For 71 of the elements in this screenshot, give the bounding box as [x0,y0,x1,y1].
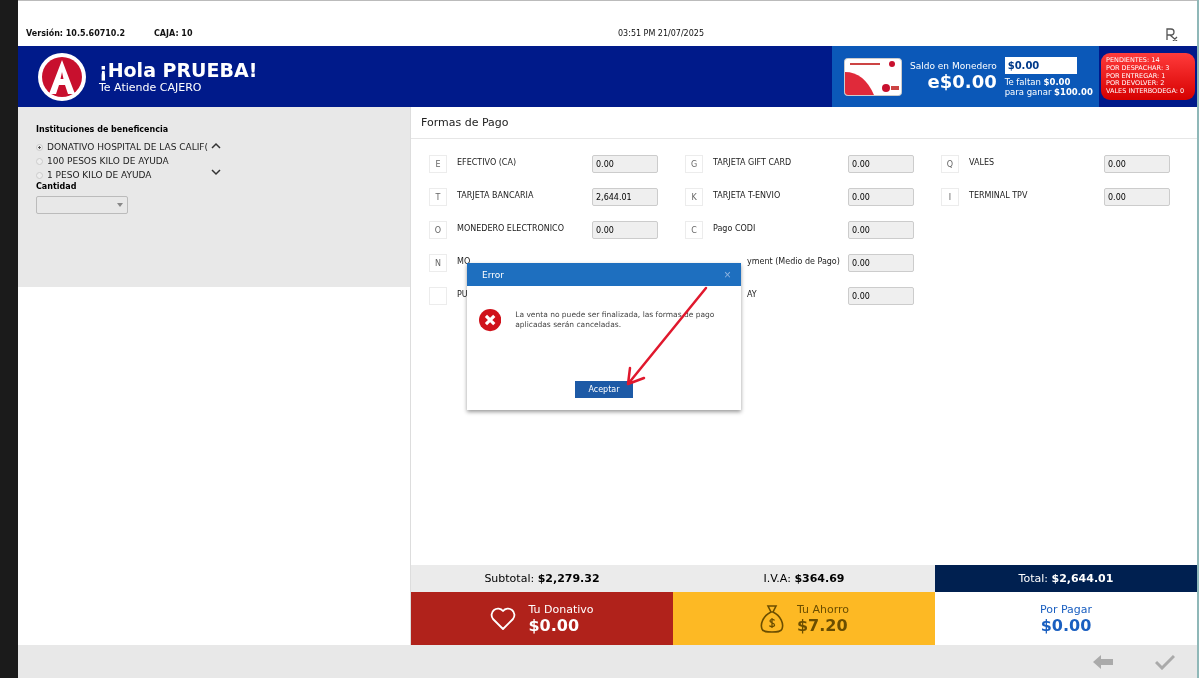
summary-label: Tu Ahorro [796,602,850,616]
subtotal-text: Subtotal: $2,279.32 [411,565,673,592]
shortcut-key[interactable]: Q [941,155,959,173]
datetime-label: 03:51 PM 21/07/2025 [618,29,704,38]
shortcut-key[interactable]: E [429,155,447,173]
payment-label: VALES [969,157,996,167]
total-text: Total: $2,644.01 [935,565,1197,592]
payment-label: AY [746,289,758,299]
payment-label: EFECTIVO (CA) [457,157,517,167]
charity-title: Instituciones de beneficencia [36,125,170,134]
shortcut-key[interactable]: O [429,221,447,239]
charity-option[interactable]: DONATIVO HOSPITAL DE LAS CALIF( [36,140,211,154]
charity-option[interactable]: 1 PESO KILO DE AYUDA [36,168,211,182]
radio-button[interactable] [36,157,43,165]
payment-amount-field[interactable]: 0.00 [848,287,914,305]
wallet-card-drawing [844,57,902,96]
summary-label: Por Pagar [1039,602,1093,616]
payment-amount-field[interactable]: 0.00 [1104,188,1170,206]
radio-button[interactable] [36,143,43,151]
greeting-title: ¡Hola PRUEBA! [99,59,258,81]
section-title: Formas de Pago [411,107,1197,139]
missing-amount-text: Te faltan $0.00 [1004,76,1072,87]
wallet-balance-label: Saldo en Monedero [910,61,997,71]
checkmark-icon[interactable] [1155,653,1175,670]
version-label: Versión: 10.5.60710.2 [26,29,127,38]
summary-amount: $0.00 [528,615,581,635]
payment-label: TERMINAL TPV [969,190,1029,200]
shortcut-key[interactable]: G [685,155,703,173]
shortcut-key[interactable]: I [941,188,959,206]
payment-amount-field[interactable]: 0.00 [848,188,914,206]
wallet-amount-field[interactable]: $0.00 [1004,56,1077,74]
shortcut-key[interactable]: C [685,221,703,239]
payment-amount-field[interactable]: 0.00 [848,155,914,173]
logo-icon [37,51,87,102]
quantity-label: Cantidad [36,182,78,191]
cashier-label: Te Atiende CAJERO [99,81,203,94]
payment-label: PU [457,289,469,299]
payment-label: yment (Medio de Pago) [746,256,841,266]
dialog-title: Error [482,269,504,280]
heart-icon [490,606,517,631]
scroll-down-icon[interactable] [211,168,221,176]
back-arrow-icon[interactable] [1093,653,1113,670]
payment-amount-field[interactable]: 0.00 [1104,155,1170,173]
shortcut-key[interactable]: K [685,188,703,206]
radio-button[interactable] [36,171,43,179]
shortcut-key[interactable]: T [429,188,447,206]
quantity-dropdown[interactable] [36,196,128,214]
summary-label: Tu Donativo [528,602,594,616]
payment-label: TARJETA GIFT CARD [713,157,793,167]
payment-label: MONEDERO ELECTRONICO [457,223,565,233]
prescription-icon[interactable] [1165,27,1179,41]
payment-amount-field[interactable]: 0.00 [848,221,914,239]
payment-amount-field[interactable]: 0.00 [848,254,914,272]
payment-amount-field[interactable]: 2,644.01 [592,188,658,206]
shortcut-key[interactable]: N [429,254,447,272]
payment-label: TARJETA T-ENVIO [713,190,782,200]
wallet-balance: e$0.00 [927,71,997,92]
charity-option[interactable]: 100 PESOS KILO DE AYUDA [36,154,211,168]
payment-label: Pago CODI [713,223,757,233]
payment-amount-field[interactable]: 0.00 [592,221,658,239]
summary-amount: $7.20 [796,615,849,635]
tax-text: I.V.A: $364.69 [673,565,935,592]
reward-text: para ganar $100.00 [1004,86,1093,97]
payment-amount-field[interactable]: 0.00 [592,155,658,173]
scroll-up-icon[interactable] [211,142,221,150]
accept-button[interactable]: Aceptar [575,381,633,398]
dropdown-caret-icon [117,203,123,207]
summary-amount: $0.00 [1040,615,1092,635]
payment-label: TARJETA BANCARIA [457,190,535,200]
money-bag-icon [758,603,785,634]
register-label: CAJA: 10 [154,29,193,38]
